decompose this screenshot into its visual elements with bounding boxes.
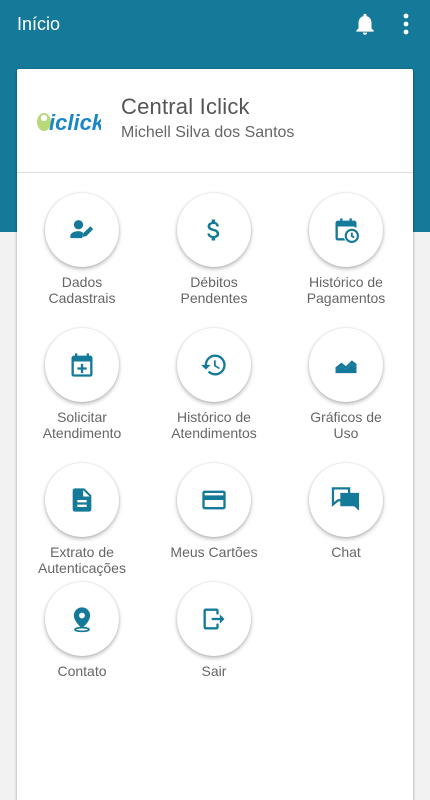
menu-label: Solicitar Atendimento bbox=[42, 409, 122, 441]
menu-button-circle[interactable] bbox=[309, 463, 383, 537]
menu-item-solicitar-atendimento[interactable]: Solicitar Atendimento bbox=[22, 328, 142, 458]
menu-item-contato[interactable]: Contato bbox=[22, 582, 142, 712]
more-vert-icon[interactable] bbox=[396, 12, 416, 36]
bell-icon[interactable] bbox=[352, 10, 378, 38]
menu-item-graficos-uso[interactable]: Gráficos de Uso bbox=[286, 328, 406, 458]
menu-button-circle[interactable] bbox=[45, 582, 119, 656]
menu-item-chat[interactable]: Chat bbox=[286, 463, 406, 593]
menu-button-circle[interactable] bbox=[177, 582, 251, 656]
menu-button-circle[interactable] bbox=[45, 193, 119, 267]
menu-label: Gráficos de Uso bbox=[310, 409, 382, 441]
menu-button-circle[interactable] bbox=[309, 193, 383, 267]
credit-card-icon bbox=[202, 490, 226, 510]
menu-item-dados-cadastrais[interactable]: Dados Cadastrais bbox=[22, 193, 142, 323]
menu-item-sair[interactable]: Sair bbox=[154, 582, 274, 712]
dollar-icon bbox=[207, 219, 220, 241]
menu-item-meus-cartoes[interactable]: Meus Cartões bbox=[154, 463, 274, 593]
menu-label: Histórico de Atendimentos bbox=[171, 409, 257, 441]
chat-icon bbox=[331, 487, 360, 511]
calendar-clock-icon bbox=[335, 218, 359, 243]
menu-label: Histórico de Pagamentos bbox=[306, 274, 386, 306]
menu-item-historico-atendimentos[interactable]: Histórico de Atendimentos bbox=[154, 328, 274, 458]
appbar-title: Início bbox=[17, 14, 61, 34]
card-header: iclick Central Iclick Michell Silva dos … bbox=[17, 69, 413, 173]
main-card: iclick Central Iclick Michell Silva dos … bbox=[17, 69, 413, 800]
menu-button-circle[interactable] bbox=[177, 463, 251, 537]
menu-button-circle[interactable] bbox=[309, 328, 383, 402]
menu-button-circle[interactable] bbox=[177, 328, 251, 402]
menu-item-extrato-autenticacoes[interactable]: Extrato de Autenticações bbox=[22, 463, 142, 593]
calendar-add-icon bbox=[71, 353, 93, 377]
menu-label: Dados Cadastrais bbox=[48, 274, 116, 306]
location-pin-icon bbox=[73, 607, 91, 633]
menu-item-historico-pagamentos[interactable]: Histórico de Pagamentos bbox=[286, 193, 406, 323]
menu-label: Débitos Pendentes bbox=[180, 274, 248, 306]
user-name: Michell Silva dos Santos bbox=[121, 124, 295, 141]
menu-label: Sair bbox=[201, 663, 227, 679]
menu-label: Meus Cartões bbox=[170, 544, 258, 560]
menu-label: Contato bbox=[57, 663, 107, 679]
history-icon bbox=[201, 354, 226, 376]
area-chart-icon bbox=[335, 360, 357, 374]
header-title: Central Iclick bbox=[121, 94, 250, 119]
person-edit-icon bbox=[70, 220, 93, 239]
menu-label: Chat bbox=[331, 544, 361, 560]
menu-item-debitos-pendentes[interactable]: Débitos Pendentes bbox=[154, 193, 274, 323]
menu-label: Extrato de Autenticações bbox=[38, 544, 126, 576]
menu-button-circle[interactable] bbox=[177, 193, 251, 267]
document-icon bbox=[72, 488, 92, 512]
svg-text:iclick: iclick bbox=[49, 110, 101, 135]
iclick-logo: iclick bbox=[37, 110, 101, 135]
logout-icon bbox=[203, 608, 225, 630]
menu-button-circle[interactable] bbox=[45, 328, 119, 402]
menu-button-circle[interactable] bbox=[45, 463, 119, 537]
